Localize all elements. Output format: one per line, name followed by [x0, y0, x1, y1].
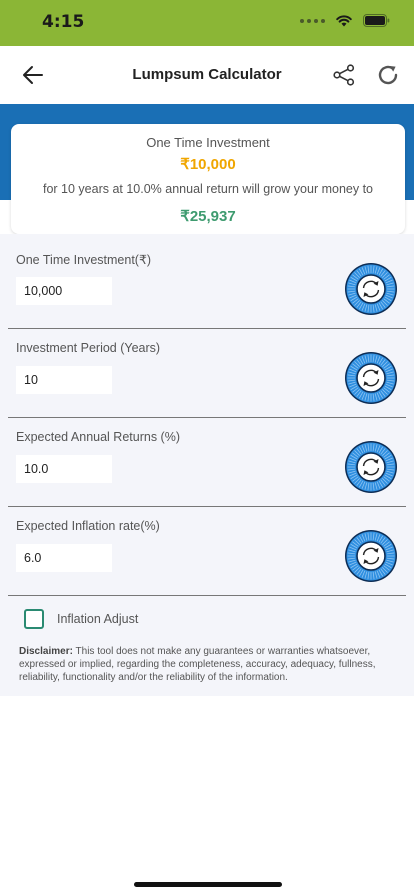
dial-icon — [345, 352, 397, 404]
one-time-investment-input[interactable] — [16, 277, 112, 305]
dial-icon — [345, 441, 397, 493]
investment-period-input[interactable] — [16, 366, 112, 394]
field-inflation-rate: Expected Inflation rate(%) — [0, 501, 414, 590]
field-label: Expected Inflation rate(%) — [16, 519, 160, 533]
wifi-icon — [336, 15, 352, 27]
home-indicator — [134, 882, 282, 887]
summary-description: for 10 years at 10.0% annual return will… — [42, 182, 374, 196]
inflation-rate-dial[interactable] — [344, 529, 398, 583]
field-label: Expected Annual Returns (%) — [16, 430, 180, 444]
disclaimer: Disclaimer: This tool does not make any … — [19, 645, 399, 684]
share-icon — [333, 64, 355, 86]
field-annual-returns: Expected Annual Returns (%) — [0, 412, 414, 501]
status-bar: 4:15 — [0, 0, 414, 46]
one-time-investment-dial[interactable] — [344, 262, 398, 316]
field-investment-period: Investment Period (Years) — [0, 323, 414, 412]
annual-returns-input[interactable] — [16, 455, 112, 483]
inflation-rate-input[interactable] — [16, 544, 112, 572]
summary-result: ₹25,937 — [180, 208, 236, 225]
status-icons — [300, 14, 390, 27]
dial-icon — [345, 263, 397, 315]
disclaimer-label: Disclaimer: — [19, 646, 73, 657]
field-label: Investment Period (Years) — [16, 341, 161, 355]
investment-period-dial[interactable] — [344, 351, 398, 405]
field-label: One Time Investment(₹) — [16, 253, 152, 267]
summary-card: One Time Investment ₹10,000 for 10 years… — [11, 124, 405, 234]
disclaimer-text: This tool does not make any guarantees o… — [19, 646, 376, 683]
summary-amount: ₹10,000 — [180, 156, 236, 173]
field-one-time-investment: One Time Investment(₹) — [0, 234, 414, 323]
refresh-button[interactable] — [372, 59, 404, 91]
battery-icon — [363, 14, 390, 27]
divider — [8, 595, 406, 596]
inflation-adjust-checkbox[interactable] — [24, 609, 44, 629]
nav-bar: Lumpsum Calculator — [0, 46, 414, 104]
summary-title: One Time Investment — [146, 135, 270, 150]
dial-icon — [345, 530, 397, 582]
annual-returns-dial[interactable] — [344, 440, 398, 494]
signal-dots-icon — [300, 18, 325, 23]
status-time: 4:15 — [42, 12, 85, 32]
refresh-icon — [378, 65, 398, 85]
share-button[interactable] — [328, 59, 360, 91]
inflation-adjust-label: Inflation Adjust — [57, 612, 139, 626]
